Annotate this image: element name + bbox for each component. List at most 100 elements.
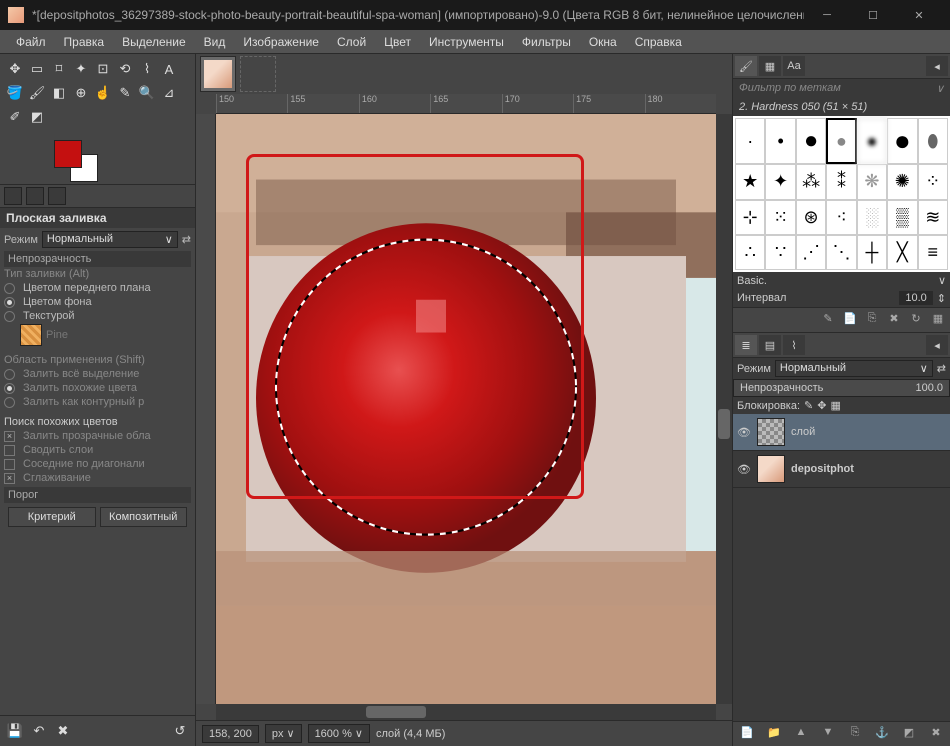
brush-item[interactable]: ∴ bbox=[735, 235, 765, 270]
brush-item[interactable]: ❋ bbox=[857, 164, 887, 199]
area-similar-radio[interactable] bbox=[4, 383, 15, 394]
scrollbar-horizontal[interactable] bbox=[216, 704, 716, 720]
clone-tool[interactable]: ⊕ bbox=[70, 82, 92, 104]
zoom-tool[interactable]: 🔍 bbox=[136, 82, 158, 104]
layer-row[interactable]: 👁 слой bbox=[733, 414, 950, 451]
dup-layer-icon[interactable]: ⎘ bbox=[847, 726, 863, 742]
path-tool[interactable]: ✎ bbox=[114, 82, 136, 104]
delete-preset-icon[interactable]: ✖ bbox=[52, 720, 74, 742]
bucket-fill-tool[interactable]: 🪣 bbox=[4, 82, 26, 104]
merge-check[interactable] bbox=[4, 445, 15, 456]
brush-item[interactable]: · bbox=[735, 118, 765, 164]
dup-brush-icon[interactable]: ⎘ bbox=[864, 312, 880, 328]
brush-item[interactable]: ∵ bbox=[765, 235, 795, 270]
transform-tool[interactable]: ⟲ bbox=[114, 58, 136, 80]
channels-tab[interactable]: ▤ bbox=[759, 335, 781, 355]
patterns-tab[interactable]: ▦ bbox=[759, 56, 781, 76]
open-brush-icon[interactable]: ▦ bbox=[930, 312, 946, 328]
scrollbar-vertical[interactable] bbox=[716, 114, 732, 704]
brush-item[interactable]: ● bbox=[796, 118, 826, 164]
layer-name[interactable]: слой bbox=[791, 426, 815, 438]
visibility-icon[interactable]: 👁 bbox=[737, 426, 751, 439]
brush-item[interactable]: ⁑ bbox=[826, 164, 856, 199]
gradient-tool[interactable]: ◩ bbox=[26, 106, 48, 128]
layer-opacity[interactable]: Непрозрачность100.0 bbox=[733, 379, 950, 397]
save-preset-icon[interactable]: 💾 bbox=[4, 720, 26, 742]
warp-tool[interactable]: ⌇ bbox=[136, 58, 158, 80]
layers-tab[interactable]: ≣ bbox=[735, 335, 757, 355]
brush-item[interactable]: ★ bbox=[735, 164, 765, 199]
visibility-icon[interactable]: 👁 bbox=[737, 463, 751, 476]
eraser-tool[interactable]: ◧ bbox=[48, 82, 70, 104]
layer-down-icon[interactable]: ▼ bbox=[820, 726, 836, 742]
mode-select[interactable]: Нормальный∨ bbox=[42, 231, 178, 248]
paths-tab[interactable]: ⌇ bbox=[783, 335, 805, 355]
pattern-swatch[interactable] bbox=[20, 324, 42, 346]
paintbrush-tool[interactable]: 🖌 bbox=[26, 82, 48, 104]
new-layer-icon[interactable]: 📄 bbox=[739, 726, 755, 742]
lock-position-icon[interactable]: ✥ bbox=[817, 399, 826, 412]
status-unit[interactable]: px ∨ bbox=[265, 724, 302, 743]
close-button[interactable]: ✕ bbox=[896, 0, 942, 30]
menu-edit[interactable]: Правка bbox=[58, 33, 111, 51]
layer-name[interactable]: depositphot bbox=[791, 463, 854, 475]
brush-filter[interactable]: Фильтр по меткам bbox=[739, 82, 841, 95]
brush-item[interactable]: ⬮ bbox=[918, 118, 948, 164]
layer-mode-select[interactable]: Нормальный∨ bbox=[775, 360, 933, 377]
menu-help[interactable]: Справка bbox=[629, 33, 688, 51]
brush-item[interactable]: ⁘ bbox=[918, 164, 948, 199]
spacing-value[interactable]: 10.0 bbox=[899, 291, 932, 305]
fonts-tab[interactable]: Aa bbox=[783, 56, 805, 76]
menu-colors[interactable]: Цвет bbox=[378, 33, 417, 51]
document-tab-2[interactable] bbox=[240, 56, 276, 92]
menu-view[interactable]: Вид bbox=[198, 33, 232, 51]
new-brush-icon[interactable]: 📄 bbox=[842, 312, 858, 328]
maximize-button[interactable]: ☐ bbox=[850, 0, 896, 30]
brush-item[interactable]: ✺ bbox=[887, 164, 917, 199]
menu-layer[interactable]: Слой bbox=[331, 33, 372, 51]
brush-preset[interactable]: Basic. bbox=[737, 275, 934, 287]
canvas[interactable] bbox=[216, 114, 716, 704]
brush-item[interactable]: ✦ bbox=[765, 164, 795, 199]
menu-tools[interactable]: Инструменты bbox=[423, 33, 510, 51]
composite-button[interactable]: Композитный bbox=[100, 507, 188, 527]
area-line-radio[interactable] bbox=[4, 397, 15, 408]
fill-bg-radio[interactable] bbox=[4, 297, 15, 308]
fill-fg-radio[interactable] bbox=[4, 283, 15, 294]
lock-pixels-icon[interactable]: ✎ bbox=[804, 399, 813, 412]
text-tool[interactable]: A bbox=[158, 58, 180, 80]
layer-mode-extra-icon[interactable]: ⇄ bbox=[937, 362, 946, 375]
fuzzy-select-tool[interactable]: ✦ bbox=[70, 58, 92, 80]
brush-item[interactable]: ░ bbox=[857, 200, 887, 235]
brush-item[interactable]: • bbox=[765, 118, 795, 164]
images-tab[interactable] bbox=[48, 187, 66, 205]
fill-pattern-radio[interactable] bbox=[4, 311, 15, 322]
layer-row[interactable]: 👁 depositphot bbox=[733, 451, 950, 488]
dock-menu-icon[interactable]: ◂ bbox=[926, 56, 948, 76]
restore-preset-icon[interactable]: ↶ bbox=[28, 720, 50, 742]
move-tool[interactable]: ✥ bbox=[4, 58, 26, 80]
smudge-tool[interactable]: ☝ bbox=[92, 82, 114, 104]
device-status-tab[interactable] bbox=[26, 187, 44, 205]
brush-item[interactable]: ⁂ bbox=[796, 164, 826, 199]
brush-item[interactable]: ⊹ bbox=[735, 200, 765, 235]
criterion-button[interactable]: Критерий bbox=[8, 507, 96, 527]
tool-options-tab[interactable] bbox=[4, 187, 22, 205]
color-picker-tool[interactable]: ✐ bbox=[4, 106, 26, 128]
edit-brush-icon[interactable]: ✎ bbox=[820, 312, 836, 328]
mask-layer-icon[interactable]: ◩ bbox=[901, 726, 917, 742]
brush-item[interactable]: ⋰ bbox=[796, 235, 826, 270]
brush-item[interactable]: ⋱ bbox=[826, 235, 856, 270]
menu-file[interactable]: Файл bbox=[10, 33, 52, 51]
brush-item[interactable]: ⊛ bbox=[796, 200, 826, 235]
brush-item[interactable]: ▒ bbox=[887, 200, 917, 235]
del-brush-icon[interactable]: ✖ bbox=[886, 312, 902, 328]
area-all-radio[interactable] bbox=[4, 369, 15, 380]
menu-windows[interactable]: Окна bbox=[583, 33, 623, 51]
dock-menu-icon[interactable]: ◂ bbox=[926, 335, 948, 355]
menu-image[interactable]: Изображение bbox=[237, 33, 325, 51]
menu-filters[interactable]: Фильтры bbox=[516, 33, 577, 51]
brushes-tab[interactable]: 🖌 bbox=[735, 56, 757, 76]
layer-up-icon[interactable]: ▲ bbox=[793, 726, 809, 742]
brush-item[interactable]: ⁖ bbox=[826, 200, 856, 235]
